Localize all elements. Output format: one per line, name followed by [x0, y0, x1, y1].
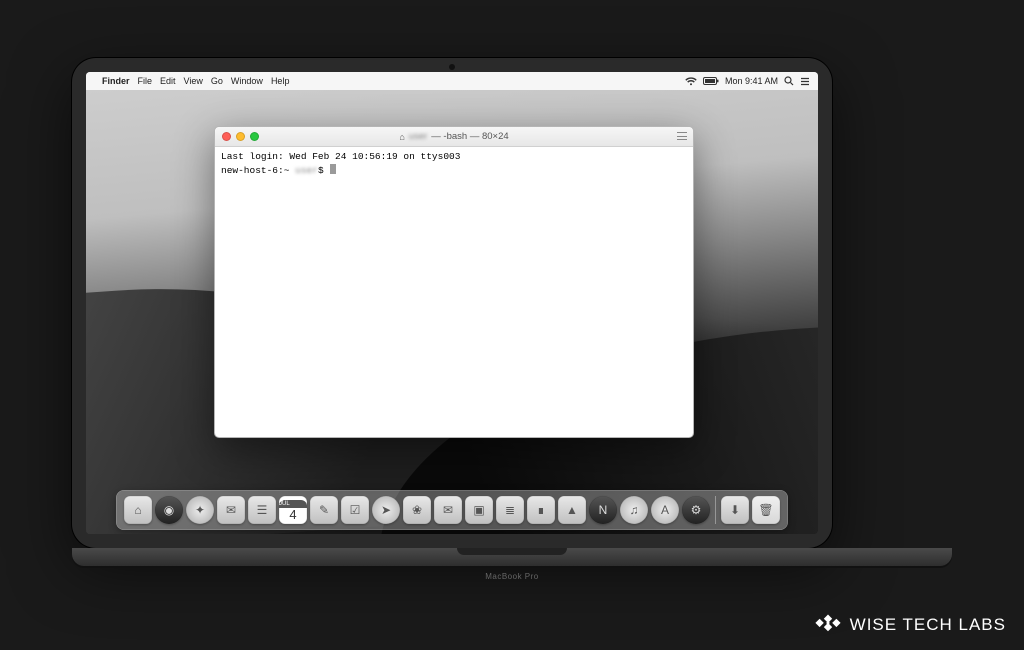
- menu-window[interactable]: Window: [231, 76, 263, 86]
- dock: ⌂◉✦✉☰JUL4✎☑➤❀✉▣≣∎▲N♫A⚙⬇🗑: [116, 490, 788, 530]
- dock-notes[interactable]: ✎: [310, 496, 338, 524]
- macbook-model-label: MacBook Pro: [485, 572, 539, 581]
- dock-mail[interactable]: ✉: [217, 496, 245, 524]
- dock-preferences[interactable]: ⚙: [682, 496, 710, 524]
- dock-numbers[interactable]: ∎: [527, 496, 555, 524]
- menu-help[interactable]: Help: [271, 76, 290, 86]
- dock-separator: [715, 496, 716, 524]
- dock-maps[interactable]: ➤: [372, 496, 400, 524]
- dock-reminders[interactable]: ☑: [341, 496, 369, 524]
- terminal-prompt-host: new-host-6:~: [221, 165, 295, 176]
- dock-appstore[interactable]: A: [651, 496, 679, 524]
- terminal-tabs-icon[interactable]: [677, 132, 687, 140]
- notification-center-icon[interactable]: [800, 77, 810, 86]
- menu-edit[interactable]: Edit: [160, 76, 176, 86]
- dock-photos[interactable]: ❀: [403, 496, 431, 524]
- dock-itunes[interactable]: ♫: [620, 496, 648, 524]
- window-zoom-button[interactable]: [250, 132, 259, 141]
- terminal-cursor: [330, 164, 336, 174]
- wifi-icon[interactable]: [685, 77, 697, 86]
- battery-icon[interactable]: [703, 77, 719, 85]
- dock-contacts[interactable]: ☰: [248, 496, 276, 524]
- terminal-titlebar[interactable]: ⌂ user — -bash — 80×24: [215, 127, 693, 147]
- dock-trash[interactable]: 🗑: [752, 496, 780, 524]
- menu-go[interactable]: Go: [211, 76, 223, 86]
- dock-safari[interactable]: ✦: [186, 496, 214, 524]
- menu-file[interactable]: File: [138, 76, 153, 86]
- macbook-base: MacBook Pro: [72, 548, 952, 566]
- dock-calendar[interactable]: JUL4: [279, 496, 307, 524]
- dock-facetime[interactable]: ▣: [465, 496, 493, 524]
- window-close-button[interactable]: [222, 132, 231, 141]
- terminal-title: ⌂ user — -bash — 80×24: [399, 131, 508, 142]
- dock-pages[interactable]: ≣: [496, 496, 524, 524]
- macbook-frame: Finder File Edit View Go Window Help Mon…: [72, 58, 952, 566]
- spotlight-icon[interactable]: [784, 76, 794, 86]
- watermark-text: WISE TECH LABS: [850, 615, 1006, 635]
- camera-dot: [449, 64, 455, 70]
- terminal-content[interactable]: Last login: Wed Feb 24 10:56:19 on ttys0…: [215, 147, 693, 437]
- dock-news[interactable]: N: [589, 496, 617, 524]
- app-menu[interactable]: Finder: [102, 76, 130, 86]
- watermark-logo-icon: [814, 614, 842, 636]
- dock-finder[interactable]: ⌂: [124, 496, 152, 524]
- terminal-last-login: Last login: Wed Feb 24 10:56:19 on ttys0…: [221, 151, 460, 162]
- screen: Finder File Edit View Go Window Help Mon…: [86, 72, 818, 534]
- watermark: WISE TECH LABS: [814, 614, 1006, 636]
- terminal-window[interactable]: ⌂ user — -bash — 80×24 Last login: Wed F…: [214, 126, 694, 438]
- dock-keynote[interactable]: ▲: [558, 496, 586, 524]
- menubar: Finder File Edit View Go Window Help Mon…: [86, 72, 818, 90]
- menubar-clock[interactable]: Mon 9:41 AM: [725, 76, 778, 86]
- dock-downloads[interactable]: ⬇: [721, 496, 749, 524]
- dock-messages[interactable]: ✉: [434, 496, 462, 524]
- window-minimize-button[interactable]: [236, 132, 245, 141]
- dock-launchpad[interactable]: ◉: [155, 496, 183, 524]
- home-icon: ⌂: [399, 132, 404, 142]
- menu-view[interactable]: View: [184, 76, 203, 86]
